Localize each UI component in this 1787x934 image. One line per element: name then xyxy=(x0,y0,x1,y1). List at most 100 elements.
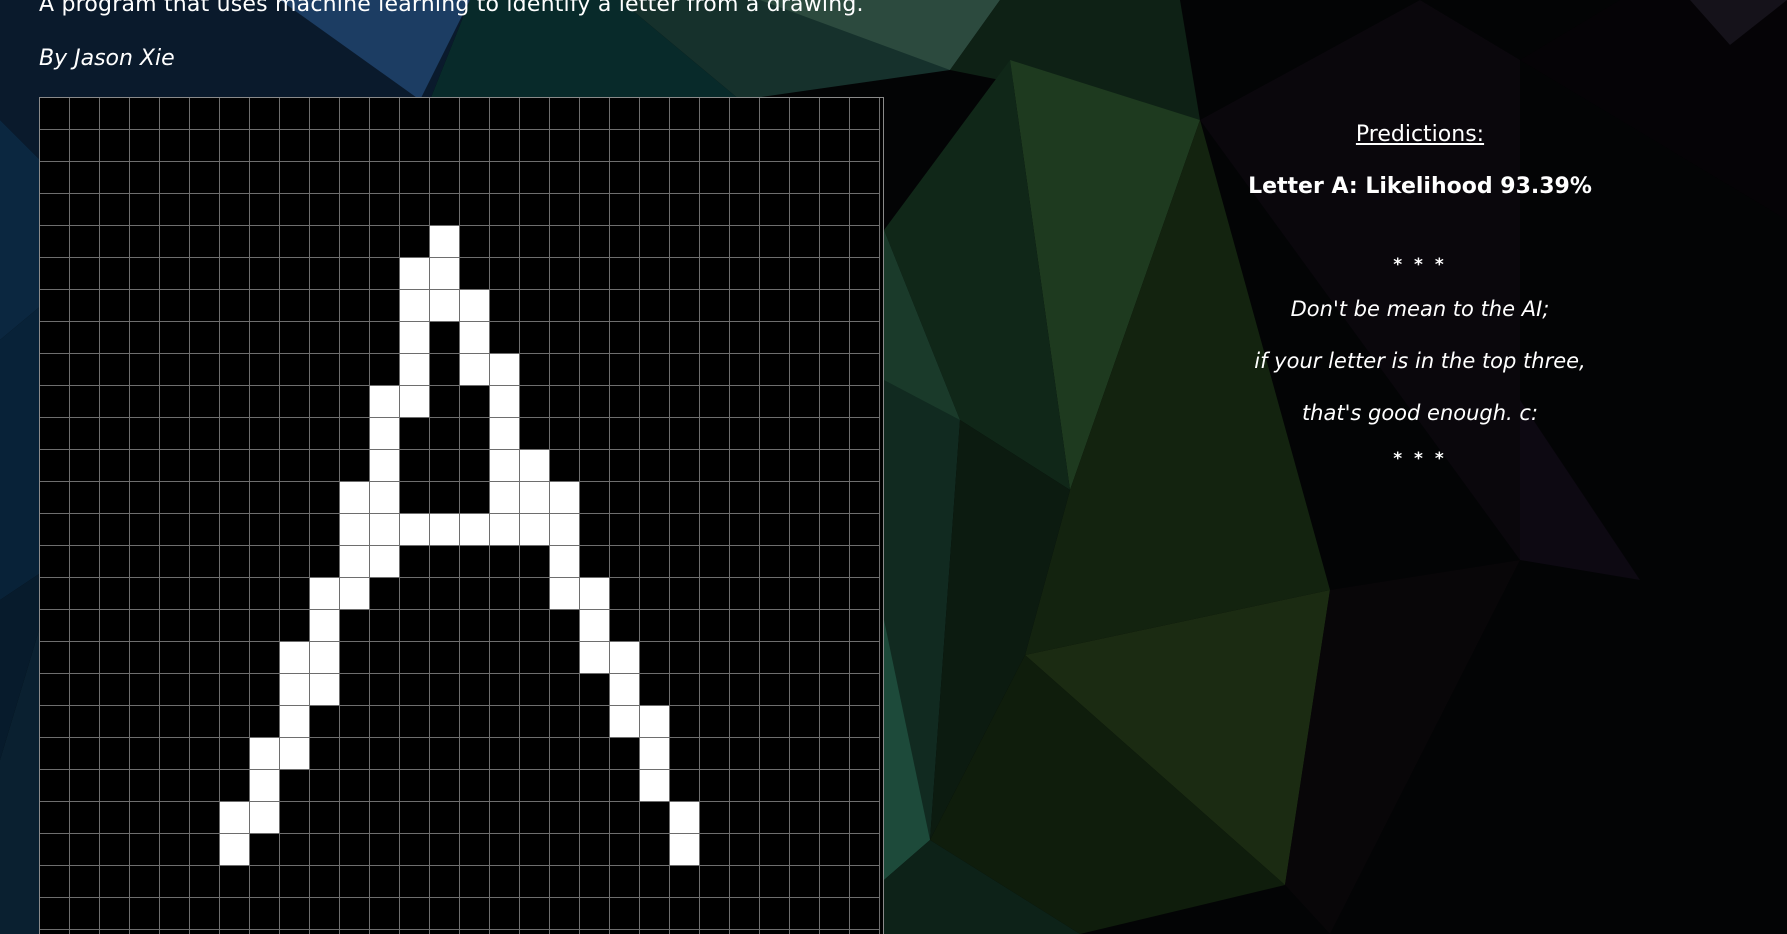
grid-cell[interactable] xyxy=(580,738,610,770)
grid-cell[interactable] xyxy=(610,578,640,610)
grid-cell[interactable] xyxy=(850,386,880,418)
grid-cell[interactable] xyxy=(40,258,70,290)
grid-cell[interactable] xyxy=(490,162,520,194)
grid-cell[interactable] xyxy=(340,194,370,226)
grid-cell[interactable] xyxy=(130,770,160,802)
grid-cell[interactable] xyxy=(670,642,700,674)
grid-cell[interactable] xyxy=(160,258,190,290)
grid-cell[interactable] xyxy=(490,674,520,706)
grid-cell[interactable] xyxy=(610,930,640,934)
grid-cell[interactable] xyxy=(400,578,430,610)
grid-cell[interactable] xyxy=(460,194,490,226)
grid-cell[interactable] xyxy=(670,354,700,386)
grid-cell-filled[interactable] xyxy=(220,834,250,866)
grid-cell[interactable] xyxy=(310,834,340,866)
grid-cell[interactable] xyxy=(190,610,220,642)
grid-cell[interactable] xyxy=(760,418,790,450)
grid-cell[interactable] xyxy=(40,546,70,578)
grid-cell-filled[interactable] xyxy=(490,354,520,386)
grid-cell[interactable] xyxy=(820,834,850,866)
grid-cell[interactable] xyxy=(40,834,70,866)
grid-cell[interactable] xyxy=(460,770,490,802)
grid-cell[interactable] xyxy=(730,706,760,738)
grid-cell[interactable] xyxy=(280,450,310,482)
grid-cell[interactable] xyxy=(130,578,160,610)
grid-cell[interactable] xyxy=(340,162,370,194)
grid-cell[interactable] xyxy=(580,770,610,802)
grid-cell[interactable] xyxy=(550,642,580,674)
grid-cell[interactable] xyxy=(790,514,820,546)
grid-cell[interactable] xyxy=(430,386,460,418)
grid-cell[interactable] xyxy=(40,194,70,226)
grid-cell[interactable] xyxy=(70,194,100,226)
grid-cell[interactable] xyxy=(820,546,850,578)
grid-cell[interactable] xyxy=(70,418,100,450)
grid-cell[interactable] xyxy=(220,674,250,706)
grid-cell[interactable] xyxy=(70,226,100,258)
grid-cell[interactable] xyxy=(40,706,70,738)
grid-cell[interactable] xyxy=(370,162,400,194)
grid-cell[interactable] xyxy=(310,802,340,834)
grid-cell[interactable] xyxy=(640,898,670,930)
grid-cell[interactable] xyxy=(460,130,490,162)
grid-cell[interactable] xyxy=(700,642,730,674)
grid-cell[interactable] xyxy=(100,770,130,802)
grid-cell[interactable] xyxy=(850,802,880,834)
grid-cell[interactable] xyxy=(310,354,340,386)
grid-cell[interactable] xyxy=(160,130,190,162)
grid-cell[interactable] xyxy=(190,226,220,258)
grid-cell[interactable] xyxy=(550,610,580,642)
grid-cell[interactable] xyxy=(430,130,460,162)
grid-cell-filled[interactable] xyxy=(280,642,310,674)
grid-cell[interactable] xyxy=(760,226,790,258)
grid-cell[interactable] xyxy=(400,834,430,866)
grid-cell[interactable] xyxy=(850,98,880,130)
grid-cell[interactable] xyxy=(160,610,190,642)
grid-cell[interactable] xyxy=(250,386,280,418)
grid-cell[interactable] xyxy=(130,386,160,418)
grid-cell[interactable] xyxy=(580,834,610,866)
grid-cell-filled[interactable] xyxy=(370,386,400,418)
grid-cell[interactable] xyxy=(40,514,70,546)
grid-cell[interactable] xyxy=(550,866,580,898)
grid-cell[interactable] xyxy=(580,322,610,354)
grid-cell-filled[interactable] xyxy=(400,354,430,386)
grid-cell[interactable] xyxy=(250,450,280,482)
grid-cell[interactable] xyxy=(370,834,400,866)
grid-cell[interactable] xyxy=(550,418,580,450)
grid-cell[interactable] xyxy=(160,418,190,450)
grid-cell[interactable] xyxy=(790,226,820,258)
grid-cell[interactable] xyxy=(550,322,580,354)
grid-cell[interactable] xyxy=(850,290,880,322)
grid-cell[interactable] xyxy=(790,290,820,322)
grid-cell[interactable] xyxy=(730,354,760,386)
grid-cell[interactable] xyxy=(280,802,310,834)
grid-cell[interactable] xyxy=(550,802,580,834)
grid-cell[interactable] xyxy=(220,98,250,130)
grid-cell[interactable] xyxy=(790,162,820,194)
grid-cell[interactable] xyxy=(610,738,640,770)
grid-cell[interactable] xyxy=(100,610,130,642)
grid-cell[interactable] xyxy=(160,194,190,226)
grid-cell[interactable] xyxy=(280,610,310,642)
grid-cell[interactable] xyxy=(310,194,340,226)
grid-cell-filled[interactable] xyxy=(550,578,580,610)
grid-cell[interactable] xyxy=(700,610,730,642)
grid-cell[interactable] xyxy=(520,642,550,674)
grid-cell[interactable] xyxy=(280,482,310,514)
grid-cell[interactable] xyxy=(130,322,160,354)
grid-cell[interactable] xyxy=(340,642,370,674)
grid-cell[interactable] xyxy=(190,162,220,194)
grid-cell[interactable] xyxy=(70,450,100,482)
grid-cell[interactable] xyxy=(760,610,790,642)
grid-cell-filled[interactable] xyxy=(520,450,550,482)
grid-cell[interactable] xyxy=(850,578,880,610)
grid-cell[interactable] xyxy=(460,642,490,674)
grid-cell[interactable] xyxy=(820,802,850,834)
grid-cell[interactable] xyxy=(820,386,850,418)
grid-cell[interactable] xyxy=(130,674,160,706)
grid-cell[interactable] xyxy=(670,130,700,162)
grid-cell[interactable] xyxy=(820,866,850,898)
grid-cell[interactable] xyxy=(640,258,670,290)
grid-cell-filled[interactable] xyxy=(370,482,400,514)
